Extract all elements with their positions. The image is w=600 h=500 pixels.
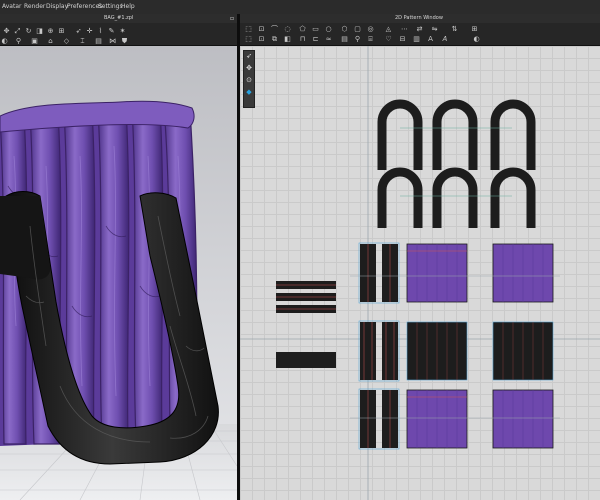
menu-item-help[interactable]: Help <box>121 0 135 14</box>
viewport-2d[interactable]: ➶ ✥ ⊙ ◆ <box>240 46 600 500</box>
seam-icon[interactable]: ⊏ <box>311 35 320 43</box>
menu-item-settings[interactable]: Settings <box>98 0 123 14</box>
star-icon[interactable]: ✶ <box>118 27 127 35</box>
panel-3d-garment: BAG_#1.zpl ▫ ✥ ⤢ ↻ ◨ ⊕ ⊞ ➶ ✛ ⌇ ✎ ✶ ◐ ⚲ ▣… <box>0 14 237 500</box>
arch-piece <box>377 99 423 170</box>
fabric-icon[interactable]: ⌸ <box>366 35 375 43</box>
shield-icon[interactable]: ⛊ <box>120 37 129 45</box>
pin-icon[interactable]: ⊕ <box>46 27 55 35</box>
free-sewing-icon[interactable]: ⇋ <box>430 25 439 33</box>
select-icon[interactable]: ➶ <box>74 27 83 35</box>
bag-3d-render <box>0 100 237 500</box>
toolbar-2d: ⬚ ⊡ ⌒ ◌ ⬠ ▭ ○ ⬡ ▢ ◎ ◬ ⋯ ⇄ ⇋ ⇅ ⊞ ⬚ ⊡ ⧉ ◧ … <box>240 23 600 46</box>
polygon-icon[interactable]: ⬠ <box>298 25 307 33</box>
fold-icon[interactable]: ◨ <box>35 27 44 35</box>
button-icon[interactable]: ◐ <box>0 37 9 45</box>
viewport-3d[interactable] <box>0 46 237 500</box>
transform-icon[interactable]: ⬚ <box>244 25 253 33</box>
fold-angle-icon[interactable]: ⌇ <box>96 27 105 35</box>
dart-icon[interactable]: ◬ <box>384 25 393 33</box>
arch-piece <box>490 167 536 228</box>
texture-icon[interactable]: ⊞ <box>470 25 479 33</box>
menu-item-preferences[interactable]: Preferences <box>67 0 102 14</box>
menu-bar: Avatar Render Display Preferences Settin… <box>0 0 600 14</box>
side-gusset-pieces <box>360 244 398 448</box>
fold-icon[interactable]: ◧ <box>283 35 292 43</box>
texture-edit-icon[interactable]: ◐ <box>472 35 481 43</box>
file-tab-title[interactable]: BAG_#1.zpl <box>104 14 133 23</box>
measure-icon[interactable]: ▥ <box>412 35 421 43</box>
annotation-icon[interactable]: 𝖠 <box>426 35 435 43</box>
tape-icon[interactable]: ▤ <box>94 37 103 45</box>
wave-icon[interactable]: ♡ <box>384 35 393 43</box>
side-piece <box>382 322 398 380</box>
measure-icon[interactable]: ◇ <box>62 37 71 45</box>
rotate-icon[interactable]: ↻ <box>24 27 33 35</box>
edit-curve-icon[interactable]: ⌒ <box>270 25 279 33</box>
segment-sewing-icon[interactable]: ⇄ <box>415 25 424 33</box>
internal-circle-icon[interactable]: ◎ <box>366 25 375 33</box>
menu-item-avatar[interactable]: Avatar <box>2 0 21 14</box>
stitch-icon[interactable]: ⋈ <box>108 37 117 45</box>
elastic-icon[interactable]: ≈ <box>324 35 333 43</box>
shrink-icon[interactable]: ⊟ <box>398 35 407 43</box>
internal-polygon-icon[interactable]: ⬡ <box>340 25 349 33</box>
body-panels <box>406 243 554 449</box>
internal-rectangle-icon[interactable]: ▢ <box>353 25 362 33</box>
bag-icon[interactable]: ▣ <box>30 37 39 45</box>
arch-piece <box>432 99 478 170</box>
panel-2d-pattern: 2D Pattern Window ⬚ ⊡ ⌒ ◌ ⬠ ▭ ○ ⬡ ▢ ◎ ◬ … <box>240 14 600 500</box>
brush-icon[interactable]: ⌶ <box>78 37 87 45</box>
tape-icon[interactable]: ▤ <box>340 35 349 43</box>
menu-item-render[interactable]: Render <box>24 0 45 14</box>
notch-icon[interactable]: ⊓ <box>298 35 307 43</box>
strap-pieces-left <box>276 281 336 368</box>
hanger-icon[interactable]: ⌂ <box>46 37 55 45</box>
panel-3d-titlebar: BAG_#1.zpl ▫ <box>0 14 237 23</box>
expand-icon[interactable]: ⤢ <box>13 27 22 35</box>
arch-piece <box>432 167 478 228</box>
handle-arch-pieces <box>377 99 536 228</box>
text-icon[interactable]: ⇅ <box>450 25 459 33</box>
zip-icon[interactable]: ⚲ <box>14 37 23 45</box>
panel-2d-titlebar: 2D Pattern Window <box>240 14 600 23</box>
curve-point-icon[interactable]: ◌ <box>283 25 292 33</box>
graphic-icon[interactable]: 𝐴 <box>440 35 449 43</box>
pen-icon[interactable]: ✎ <box>107 27 116 35</box>
trace-icon[interactable]: ⊡ <box>257 35 266 43</box>
arch-piece <box>377 167 423 228</box>
offset-icon[interactable]: ⧉ <box>270 35 279 43</box>
edit-point-icon[interactable]: ⊡ <box>257 25 266 33</box>
rectangle-icon[interactable]: ▭ <box>311 25 320 33</box>
window-float-icon[interactable]: ▫ <box>230 14 234 23</box>
sewing-icon[interactable]: ⋯ <box>400 25 409 33</box>
toolbar-3d: ✥ ⤢ ↻ ◨ ⊕ ⊞ ➶ ✛ ⌇ ✎ ✶ ◐ ⚲ ▣ ⌂ ◇ ⌶ ▤ ⋈ ⛊ <box>0 23 237 46</box>
move-icon[interactable]: ✥ <box>2 27 11 35</box>
menu-item-display[interactable]: Display <box>46 0 68 14</box>
tack-icon[interactable]: ✛ <box>85 27 94 35</box>
pin-icon[interactable]: ⚲ <box>353 35 362 43</box>
circle-icon[interactable]: ○ <box>324 25 333 33</box>
strap-piece <box>276 352 336 368</box>
select-icon[interactable]: ⬚ <box>244 35 253 43</box>
side-piece <box>360 322 376 380</box>
panel-2d-title: 2D Pattern Window <box>395 15 443 21</box>
arch-piece <box>490 99 536 170</box>
scale-icon[interactable]: ⊞ <box>57 27 66 35</box>
pattern-canvas <box>240 46 600 500</box>
